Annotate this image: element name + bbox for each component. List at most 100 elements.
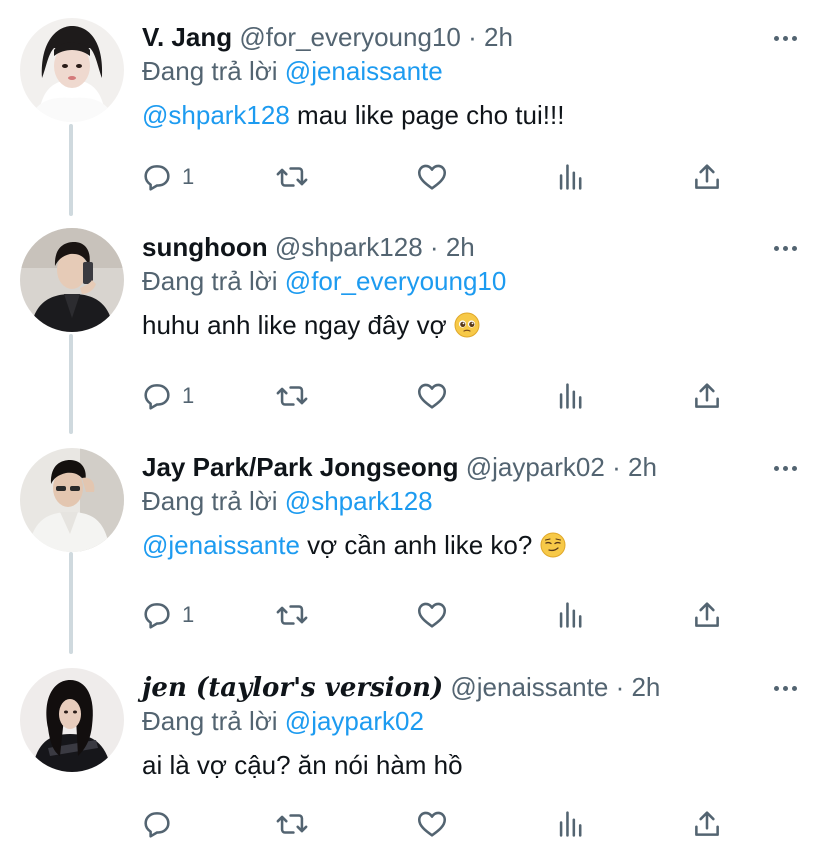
more-icon[interactable]	[772, 684, 802, 694]
tweet-text: @jenaissante vợ cần anh like ko?	[142, 528, 566, 562]
more-icon[interactable]	[772, 34, 802, 44]
avatar[interactable]	[20, 18, 124, 122]
heart-icon	[417, 602, 447, 628]
views-button[interactable]	[554, 157, 588, 197]
tweet-2[interactable]: sunghoon @shpark128 · 2h Đang trả lời @f…	[0, 226, 828, 436]
tweet-3[interactable]: Jay Park/Park Jongseong @jaypark02 · 2h …	[0, 446, 828, 656]
tweet-header: Jay Park/Park Jongseong @jaypark02 · 2h	[142, 450, 657, 484]
retweet-icon	[276, 605, 308, 625]
action-bar: 1	[140, 595, 740, 635]
retweet-button[interactable]	[274, 376, 310, 416]
replying-to: Đang trả lời @shpark128	[142, 484, 433, 518]
share-button[interactable]	[690, 157, 724, 197]
display-name[interactable]: sunghoon	[142, 232, 268, 262]
reply-icon	[144, 165, 170, 191]
tweet-header: jen (taylor's version) @jenaissante · 2h	[142, 670, 660, 705]
tweet-text: huhu anh like ngay đây vợ	[142, 308, 480, 342]
like-button[interactable]	[414, 157, 450, 197]
retweet-button[interactable]	[274, 804, 310, 844]
avatar[interactable]	[20, 448, 124, 552]
retweet-icon	[276, 386, 308, 406]
retweet-button[interactable]	[274, 157, 310, 197]
views-button[interactable]	[554, 804, 588, 844]
timestamp[interactable]: 2h	[631, 672, 660, 702]
analytics-icon	[559, 811, 582, 837]
replying-to-mention[interactable]: @jaypark02	[285, 706, 424, 736]
tweet-4[interactable]: jen (taylor's version) @jenaissante · 2h…	[0, 666, 828, 850]
like-button[interactable]	[414, 595, 450, 635]
reply-icon	[144, 603, 170, 629]
reply-button[interactable]: 1	[140, 157, 194, 197]
avatar[interactable]	[20, 228, 124, 332]
text-mention[interactable]: @jenaissante	[142, 530, 300, 560]
share-button[interactable]	[690, 595, 724, 635]
share-button[interactable]	[690, 804, 724, 844]
separator-dot: ·	[429, 232, 439, 262]
heart-icon	[417, 811, 447, 837]
share-button[interactable]	[690, 376, 724, 416]
tweet-text: @shpark128 mau like page cho tui!!!	[142, 98, 564, 132]
user-handle[interactable]: @jaypark02	[466, 452, 605, 482]
like-button[interactable]	[414, 804, 450, 844]
replying-to-mention[interactable]: @for_everyoung10	[285, 266, 507, 296]
user-handle[interactable]: @jenaissante	[450, 672, 608, 702]
replying-to: Đang trả lời @jaypark02	[142, 704, 424, 738]
reply-icon	[144, 384, 170, 410]
analytics-icon	[559, 602, 582, 628]
text-body: vợ cần anh like ko?	[299, 530, 540, 560]
action-bar: 1	[140, 157, 740, 197]
replying-to-label: Đang trả lời	[142, 266, 278, 296]
share-icon	[695, 164, 719, 189]
replying-to-label: Đang trả lời	[142, 56, 278, 86]
reply-icon	[144, 812, 170, 838]
more-icon[interactable]	[772, 464, 802, 474]
views-button[interactable]	[554, 595, 588, 635]
share-icon	[695, 383, 719, 408]
replying-to: Đang trả lời @for_everyoung10	[142, 264, 506, 298]
action-bar: 1	[140, 376, 740, 416]
smirking-face-emoji	[540, 532, 566, 558]
heart-icon	[417, 383, 447, 409]
replying-to: Đang trả lời @jenaissante	[142, 54, 443, 88]
replying-to-mention[interactable]: @jenaissante	[285, 56, 443, 86]
views-button[interactable]	[554, 376, 588, 416]
retweet-button[interactable]	[274, 595, 310, 635]
analytics-icon	[559, 383, 582, 409]
timestamp[interactable]: 2h	[446, 232, 475, 262]
tweet-text: ai là vợ cậu? ăn nói hàm hồ	[142, 748, 463, 782]
text-mention[interactable]: @shpark128	[142, 100, 290, 130]
retweet-icon	[276, 814, 308, 834]
separator-dot: ·	[615, 672, 625, 702]
display-name[interactable]: jen (taylor's version)	[142, 673, 443, 703]
user-handle[interactable]: @shpark128	[275, 232, 423, 262]
retweet-icon	[276, 167, 308, 187]
replying-to-label: Đang trả lời	[142, 706, 278, 736]
share-icon	[695, 602, 719, 627]
avatar[interactable]	[20, 668, 124, 772]
separator-dot: ·	[612, 452, 621, 482]
user-handle[interactable]: @for_everyoung10	[239, 22, 461, 52]
tweet-1[interactable]: V. Jang @for_everyoung10 · 2h Đang trả l…	[0, 16, 828, 216]
heart-icon	[417, 164, 447, 190]
share-icon	[695, 811, 719, 836]
replying-to-mention[interactable]: @shpark128	[285, 486, 433, 516]
display-name[interactable]: Jay Park/Park Jongseong	[142, 452, 458, 482]
text-body: huhu anh like ngay đây vợ	[142, 310, 454, 340]
text-body: mau like page cho tui!!!	[289, 100, 565, 130]
reply-button[interactable]: 1	[140, 595, 194, 635]
tweet-header: V. Jang @for_everyoung10 · 2h	[142, 20, 513, 54]
reply-button[interactable]: 1	[140, 376, 194, 416]
more-icon[interactable]	[772, 244, 802, 254]
reply-count: 1	[182, 602, 195, 627]
display-name[interactable]: V. Jang	[142, 22, 232, 52]
like-button[interactable]	[414, 376, 450, 416]
pleading-face-emoji	[454, 312, 480, 338]
timestamp[interactable]: 2h	[484, 22, 513, 52]
text-body: ai là vợ cậu? ăn nói hàm hồ	[142, 750, 463, 780]
timestamp[interactable]: 2h	[628, 452, 657, 482]
reply-button[interactable]	[140, 804, 182, 844]
reply-count: 1	[182, 383, 195, 408]
reply-count: 1	[182, 164, 195, 189]
action-bar	[140, 804, 740, 844]
analytics-icon	[559, 164, 582, 190]
